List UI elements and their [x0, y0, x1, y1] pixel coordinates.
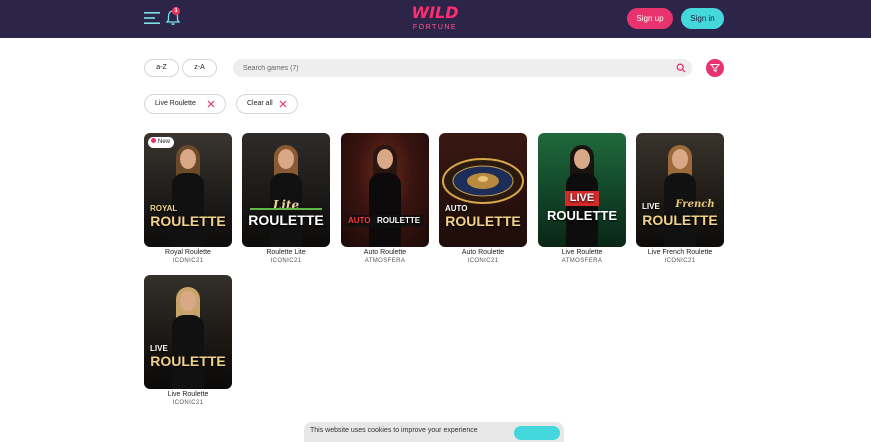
game-card-roulette-lite[interactable]: Lite ROULETTE Roulette Lite ICONIC21 — [242, 133, 330, 265]
clear-all-label: Clear all — [247, 100, 273, 107]
game-thumbnail[interactable]: AUTO ROULETTE — [341, 133, 429, 247]
game-card-auto-roulette-iconic21[interactable]: AUTO ROULETTE Auto Roulette ICONIC21 — [439, 133, 527, 265]
remove-filter-icon[interactable] — [207, 100, 215, 108]
cookie-accept-button[interactable] — [514, 426, 560, 440]
game-thumbnail[interactable]: LIVE ROULETTE — [538, 133, 626, 247]
sort-z-a-button[interactable]: z-A — [182, 59, 217, 77]
new-badge-label: New — [158, 139, 171, 145]
game-card-royal-roulette[interactable]: ROYAL ROULETTE New Royal Roulette ICONIC… — [144, 133, 232, 265]
game-title: Auto Roulette — [363, 249, 407, 256]
clear-all-close-icon[interactable] — [279, 100, 287, 108]
game-title: Auto Roulette — [461, 249, 505, 256]
search-input[interactable] — [243, 62, 663, 74]
filter-chip-live-roulette[interactable]: Live Roulette — [144, 94, 226, 114]
art-main-text: ROULETTE — [642, 212, 718, 228]
notification-count-badge: 1 — [172, 7, 180, 15]
roulette-wheel-image — [442, 158, 524, 204]
game-provider: ICONIC21 — [467, 258, 499, 264]
art-extra-text: French — [675, 199, 715, 210]
cookie-banner: This website uses cookies to improve you… — [304, 422, 564, 442]
game-card-live-roulette-iconic21[interactable]: LIVE ROULETTE Live Roulette ICONIC21 — [144, 275, 232, 407]
new-badge: New — [148, 137, 175, 148]
sign-up-button[interactable]: Sign up — [627, 8, 673, 29]
art-main-text: ROULETTE — [248, 212, 324, 228]
game-thumbnail[interactable]: Lite ROULETTE — [242, 133, 330, 247]
search-icon[interactable] — [676, 63, 686, 73]
game-provider: ATMOSFERA — [364, 258, 406, 264]
art-main-text: ROULETTE — [150, 353, 226, 369]
game-title: Live French Roulette — [647, 249, 713, 256]
wild-fortune-logo[interactable]: WILD FORTUNE — [405, 3, 465, 37]
art-top-text: AUTO — [445, 204, 468, 213]
search-bar — [233, 59, 692, 77]
game-card-auto-roulette-atmosfera[interactable]: AUTO ROULETTE Auto Roulette ATMOSFERA — [341, 133, 429, 265]
game-thumbnail[interactable]: LIVE ROULETTE — [144, 275, 232, 389]
logo-main-text: WILD — [411, 3, 459, 22]
game-provider: ICONIC21 — [664, 258, 696, 264]
art-main-text: ROULETTE — [546, 208, 618, 223]
art-top-text: LIVE — [642, 202, 660, 211]
game-thumbnail[interactable]: AUTO ROULETTE — [439, 133, 527, 247]
game-title: Royal Roulette — [165, 249, 211, 256]
game-provider: ICONIC21 — [270, 258, 302, 264]
game-thumbnail[interactable]: ROYAL ROULETTE New — [144, 133, 232, 247]
game-title: Live Roulette — [167, 391, 209, 398]
logo-sub-text: FORTUNE — [412, 24, 458, 31]
heart-icon — [151, 138, 156, 143]
art-main-text: ROULETTE — [377, 216, 421, 225]
menu-icon[interactable] — [144, 10, 160, 26]
game-card-live-french-roulette[interactable]: LIVE French ROULETTE Live French Roulett… — [636, 133, 724, 265]
game-card-live-roulette-atmosfera[interactable]: LIVE ROULETTE Live Roulette ATMOSFERA — [538, 133, 626, 265]
sort-a-z-button[interactable]: a-Z — [144, 59, 179, 77]
game-provider: ATMOSFERA — [561, 258, 603, 264]
art-top-text: LIVE — [150, 344, 168, 353]
game-provider: ICONIC21 — [172, 258, 204, 264]
sign-in-button[interactable]: Sign in — [681, 8, 724, 29]
game-thumbnail[interactable]: LIVE French ROULETTE — [636, 133, 724, 247]
art-main-text: ROULETTE — [150, 213, 226, 229]
game-title: Live Roulette — [561, 249, 603, 256]
clear-all-filters-chip[interactable]: Clear all — [236, 94, 298, 114]
cookie-banner-text: This website uses cookies to improve you… — [310, 427, 478, 434]
art-top-text: ROYAL — [150, 204, 178, 213]
art-main-text: ROULETTE — [445, 213, 521, 229]
filter-icon — [710, 64, 720, 73]
top-header: 1 WILD FORTUNE Sign up Sign in — [0, 0, 871, 38]
game-title: Roulette Lite — [266, 249, 306, 256]
game-provider: ICONIC21 — [172, 400, 204, 406]
filter-button[interactable] — [706, 59, 724, 77]
art-top-text: LIVE — [569, 192, 595, 204]
art-top-text: AUTO — [348, 216, 371, 225]
filter-chip-label: Live Roulette — [155, 100, 196, 107]
